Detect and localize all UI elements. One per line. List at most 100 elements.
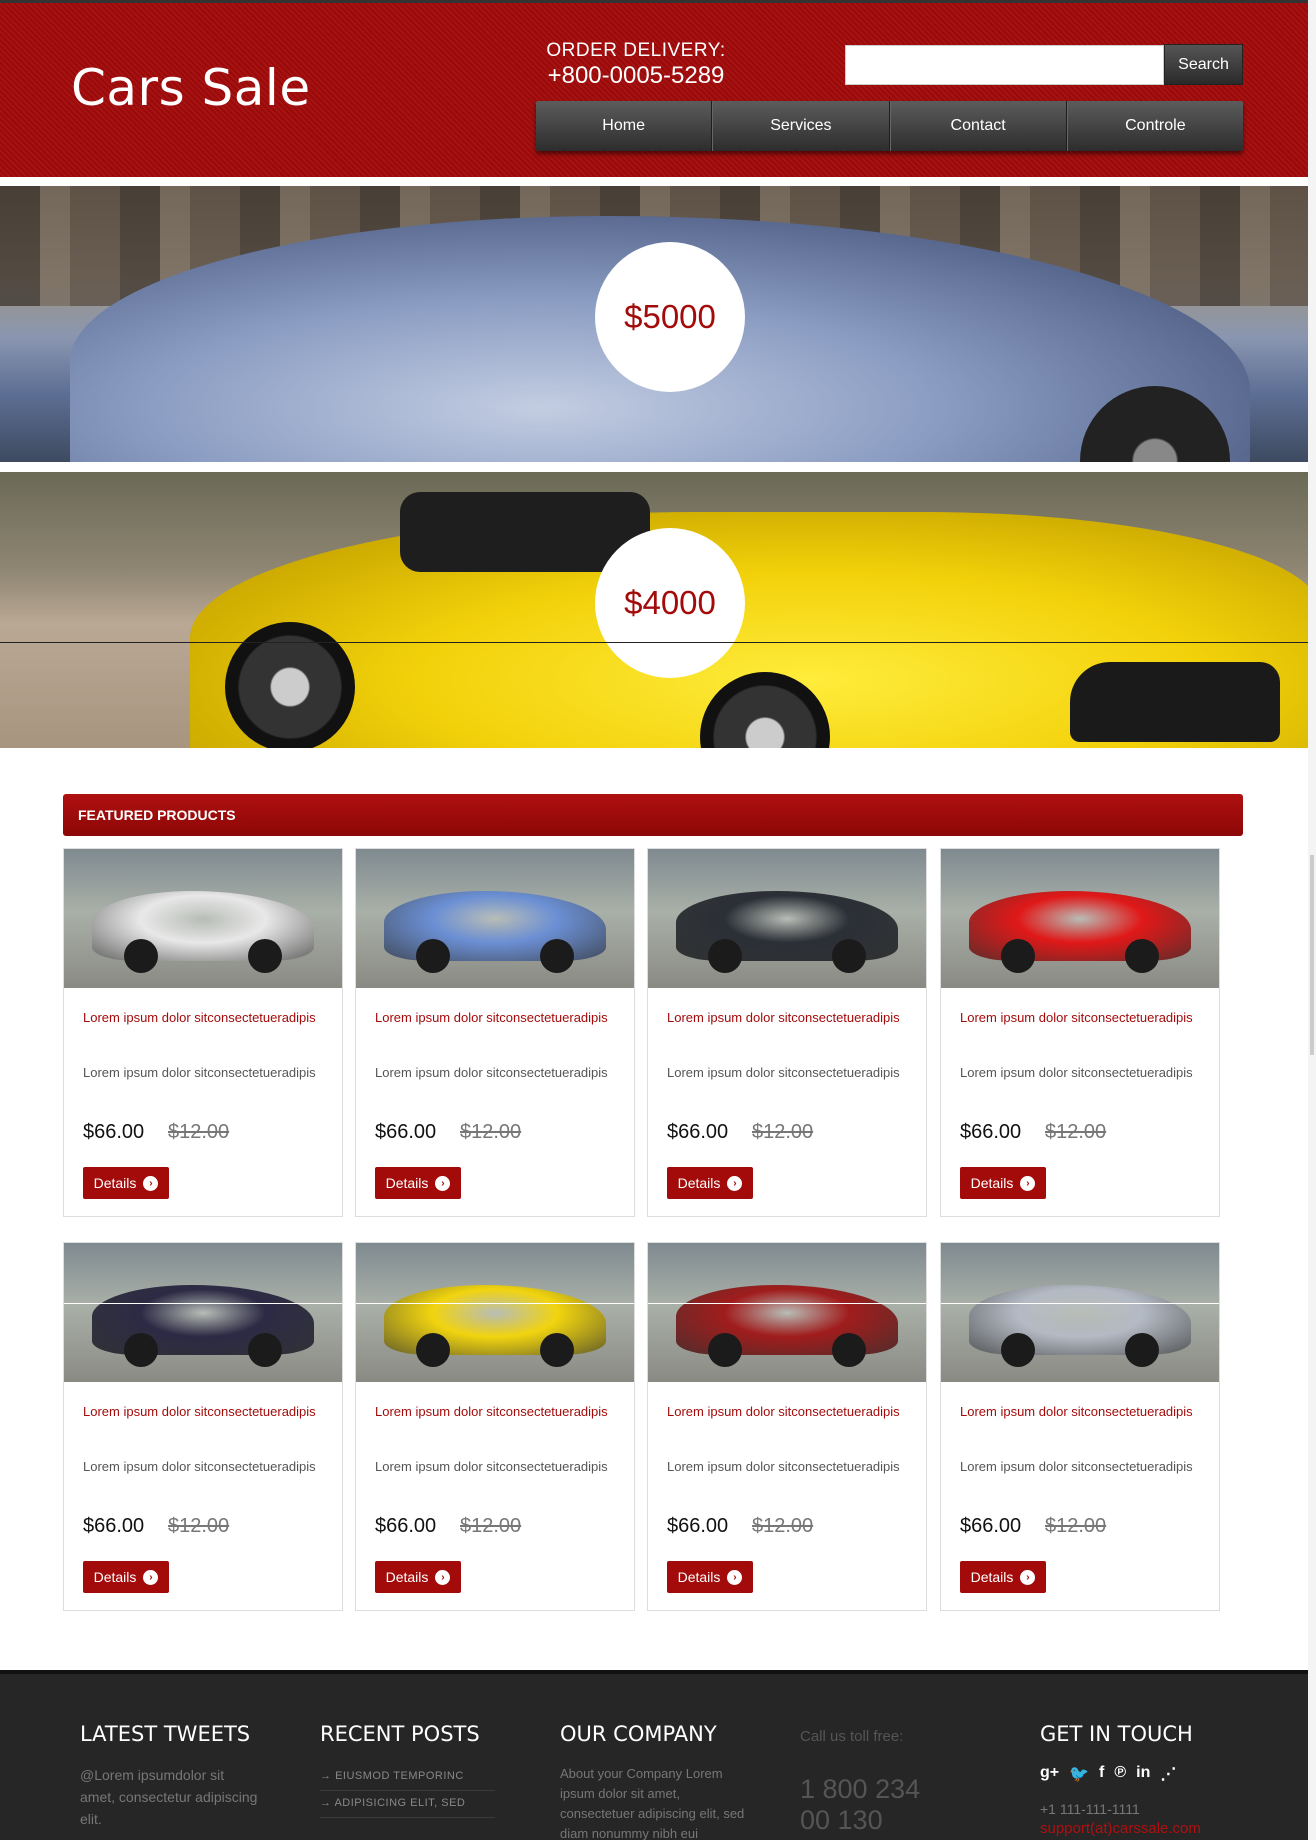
twitter-icon[interactable]: 🐦 xyxy=(1069,1764,1089,1784)
details-button[interactable]: Details › xyxy=(375,1167,461,1199)
product-image[interactable] xyxy=(941,849,1219,988)
car-grill xyxy=(1070,662,1280,742)
product-title[interactable]: Lorem ipsum dolor sitconsectetueradipis xyxy=(960,1008,1200,1028)
product-card[interactable]: Lorem ipsum dolor sitconsectetueradipis … xyxy=(355,1242,635,1611)
social-icons: g+ 🐦 f ℗ in ⋰ xyxy=(1040,1764,1240,1784)
recent-post-item[interactable]: → ADIPISICING ELIT, SED xyxy=(320,1791,495,1818)
order-delivery-phone[interactable]: +800-0005-5289 xyxy=(536,62,736,90)
details-label: Details xyxy=(677,1569,721,1585)
product-image[interactable] xyxy=(64,1243,342,1382)
order-delivery: ORDER DELIVERY: +800-0005-5289 xyxy=(536,40,736,90)
search-input[interactable] xyxy=(845,45,1164,85)
details-button[interactable]: Details › xyxy=(83,1167,169,1199)
footer-contact: GET IN TOUCH g+ 🐦 f ℗ in ⋰ +1 111-111-11… xyxy=(1040,1722,1240,1837)
product-card[interactable]: Lorem ipsum dolor sitconsectetueradipis … xyxy=(940,848,1220,1217)
product-card[interactable]: Lorem ipsum dolor sitconsectetueradipis … xyxy=(940,1242,1220,1611)
product-card[interactable]: Lorem ipsum dolor sitconsectetueradipis … xyxy=(63,848,343,1217)
pinterest-icon[interactable]: ℗ xyxy=(1114,1764,1126,1784)
footer-company: OUR COMPANY About your Company Lorem ips… xyxy=(560,1722,745,1840)
arrow-right-icon: › xyxy=(727,1569,743,1585)
product-title[interactable]: Lorem ipsum dolor sitconsectetueradipis xyxy=(667,1402,907,1422)
order-delivery-label: ORDER DELIVERY: xyxy=(546,40,726,61)
company-heading: OUR COMPANY xyxy=(560,1722,717,1746)
arrow-right-icon: › xyxy=(1020,1569,1036,1585)
tweet-text: @Lorem ipsumdolor sit amet, consectetur … xyxy=(80,1767,258,1827)
product-image[interactable] xyxy=(64,849,342,988)
product-card[interactable]: Lorem ipsum dolor sitconsectetueradipis … xyxy=(355,848,635,1217)
details-label: Details xyxy=(93,1569,137,1585)
wheel xyxy=(540,939,574,973)
google-plus-icon[interactable]: g+ xyxy=(1040,1764,1059,1784)
arrow-right-icon: › xyxy=(1020,1175,1036,1191)
details-button[interactable]: Details › xyxy=(667,1561,753,1593)
product-price: $66.00 xyxy=(667,1515,729,1537)
product-image[interactable] xyxy=(356,1243,634,1382)
tweets-heading: LATEST TWEETS xyxy=(80,1722,251,1746)
product-old-price: $12.00 xyxy=(1045,1515,1107,1537)
rss-icon[interactable]: ⋰ xyxy=(1160,1764,1176,1784)
product-title[interactable]: Lorem ipsum dolor sitconsectetueradipis xyxy=(375,1008,615,1028)
details-button[interactable]: Details › xyxy=(375,1561,461,1593)
site-logo[interactable]: Cars Sale xyxy=(71,59,311,117)
details-label: Details xyxy=(970,1175,1014,1191)
product-image[interactable] xyxy=(941,1243,1219,1382)
site-header: Cars Sale ORDER DELIVERY: +800-0005-5289… xyxy=(0,0,1308,177)
details-button[interactable]: Details › xyxy=(667,1167,753,1199)
nav-home[interactable]: Home xyxy=(536,101,713,151)
search-button[interactable]: Search xyxy=(1164,44,1243,85)
facebook-icon[interactable]: f xyxy=(1099,1764,1104,1784)
footer-recent-posts: RECENT POSTS → EIUSMOD TEMPORINC → ADIPI… xyxy=(320,1722,500,1818)
product-title[interactable]: Lorem ipsum dolor sitconsectetueradipis xyxy=(960,1402,1200,1422)
scrollbar[interactable] xyxy=(1308,0,1316,1840)
details-label: Details xyxy=(970,1569,1014,1585)
details-label: Details xyxy=(385,1175,429,1191)
product-description: Lorem ipsum dolor sitconsectetueradipis xyxy=(667,1459,900,1474)
product-description: Lorem ipsum dolor sitconsectetueradipis xyxy=(375,1459,608,1474)
product-old-price: $12.00 xyxy=(752,1515,814,1537)
recent-post-item[interactable]: → EIUSMOD TEMPORINC xyxy=(320,1764,495,1791)
linkedin-icon[interactable]: in xyxy=(1136,1764,1150,1784)
product-image[interactable] xyxy=(356,849,634,988)
image-divider xyxy=(941,1303,1219,1304)
product-title[interactable]: Lorem ipsum dolor sitconsectetueradipis xyxy=(667,1008,907,1028)
wheel xyxy=(832,1333,866,1367)
wheel xyxy=(1125,1333,1159,1367)
product-description: Lorem ipsum dolor sitconsectetueradipis xyxy=(960,1065,1193,1080)
details-label: Details xyxy=(677,1175,721,1191)
hero-banner-yellow-car[interactable]: $4000 xyxy=(0,472,1308,748)
wheel xyxy=(708,1333,742,1367)
arrow-right-icon: › xyxy=(143,1175,159,1191)
scrollbar-thumb[interactable] xyxy=(1310,855,1314,1055)
call-number: 1 800 234 xyxy=(800,1774,921,1804)
nav-controle[interactable]: Controle xyxy=(1066,101,1243,151)
product-old-price: $12.00 xyxy=(168,1515,230,1537)
wheel xyxy=(416,939,450,973)
product-image[interactable] xyxy=(648,1243,926,1382)
footer-call: Call us toll free: 1 800 234 00 130 xyxy=(800,1722,970,1836)
product-description: Lorem ipsum dolor sitconsectetueradipis xyxy=(83,1459,316,1474)
get-in-touch-heading: GET IN TOUCH xyxy=(1040,1722,1193,1746)
details-button[interactable]: Details › xyxy=(960,1561,1046,1593)
product-card[interactable]: Lorem ipsum dolor sitconsectetueradipis … xyxy=(63,1242,343,1611)
nav-contact[interactable]: Contact xyxy=(889,101,1067,151)
arrow-right-icon: › xyxy=(435,1569,451,1585)
details-button[interactable]: Details › xyxy=(960,1167,1046,1199)
price-badge: $4000 xyxy=(595,528,745,678)
details-button[interactable]: Details › xyxy=(83,1561,169,1593)
hero-banner-blue-car[interactable]: $5000 xyxy=(0,186,1308,462)
details-label: Details xyxy=(385,1569,429,1585)
product-image[interactable] xyxy=(648,849,926,988)
product-card[interactable]: Lorem ipsum dolor sitconsectetueradipis … xyxy=(647,1242,927,1611)
wheel xyxy=(1001,939,1035,973)
product-title[interactable]: Lorem ipsum dolor sitconsectetueradipis xyxy=(83,1402,323,1422)
product-card[interactable]: Lorem ipsum dolor sitconsectetueradipis … xyxy=(647,848,927,1217)
product-price: $66.00 xyxy=(375,1515,437,1537)
nav-services[interactable]: Services xyxy=(712,101,890,151)
contact-email[interactable]: support(at)carssale.com xyxy=(1040,1820,1240,1837)
recent-post-label: EIUSMOD TEMPORINC xyxy=(335,1770,464,1782)
product-title[interactable]: Lorem ipsum dolor sitconsectetueradipis xyxy=(375,1402,615,1422)
wheel xyxy=(124,1333,158,1367)
product-title[interactable]: Lorem ipsum dolor sitconsectetueradipis xyxy=(83,1008,323,1028)
product-description: Lorem ipsum dolor sitconsectetueradipis xyxy=(83,1065,316,1080)
product-old-price: $12.00 xyxy=(752,1121,814,1143)
